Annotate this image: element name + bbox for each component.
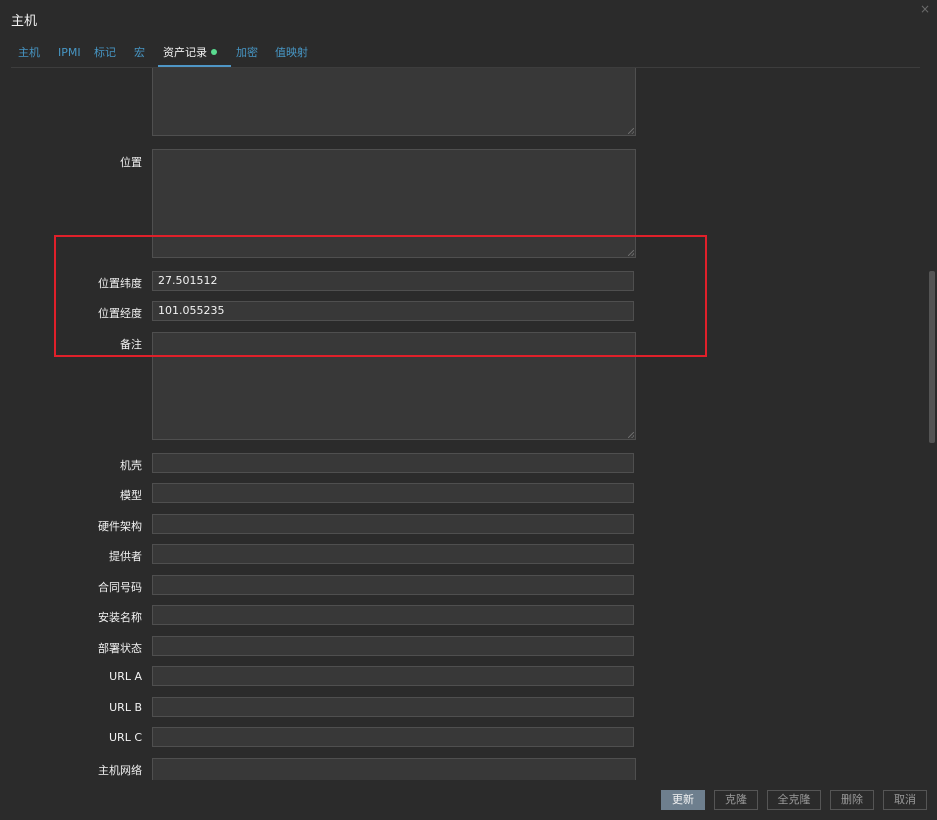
tab-encryption[interactable]: 加密 xyxy=(236,45,258,65)
resize-grip-icon[interactable] xyxy=(628,128,634,134)
hw-arch-input[interactable] xyxy=(152,514,634,534)
scrollbar-thumb[interactable] xyxy=(929,271,935,443)
status-dot-icon xyxy=(211,49,217,55)
url-c-label: URL C xyxy=(109,731,142,744)
tab-inventory[interactable]: 资产记录 xyxy=(158,45,231,67)
location-lat-label: 位置纬度 xyxy=(98,277,142,290)
chassis-input[interactable] xyxy=(152,453,634,473)
tab-host[interactable]: 主机 xyxy=(18,45,40,65)
vendor-input[interactable] xyxy=(152,544,634,564)
resize-grip-icon[interactable] xyxy=(628,250,634,256)
clone-button[interactable]: 克隆 xyxy=(714,790,758,810)
contract-number-label: 合同号码 xyxy=(98,581,142,594)
model-label: 模型 xyxy=(120,489,142,502)
location-label: 位置 xyxy=(120,156,142,169)
chassis-label: 机壳 xyxy=(120,459,142,472)
installer-name-label: 安装名称 xyxy=(98,611,142,624)
update-button[interactable]: 更新 xyxy=(661,790,705,810)
host-networks-textarea[interactable] xyxy=(152,758,636,780)
dialog-title: 主机 xyxy=(11,14,38,29)
url-c-input[interactable] xyxy=(152,727,634,747)
location-lat-input[interactable]: 27.501512 xyxy=(152,271,634,291)
host-dialog: 主机 × 主机 IPMI 标记 宏 资产记录 加密 值映射 位置 位置纬度 27… xyxy=(0,0,937,820)
location-lon-input[interactable]: 101.055235 xyxy=(152,301,634,321)
url-a-label: URL A xyxy=(109,670,142,683)
model-input[interactable] xyxy=(152,483,634,503)
notes-textarea[interactable] xyxy=(152,332,636,440)
tab-tags[interactable]: 标记 xyxy=(94,45,116,65)
full-clone-button[interactable]: 全克隆 xyxy=(767,790,821,810)
delete-button[interactable]: 删除 xyxy=(830,790,874,810)
notes-label: 备注 xyxy=(120,338,142,351)
location-textarea[interactable] xyxy=(152,149,636,258)
deployment-status-input[interactable] xyxy=(152,636,634,656)
url-a-input[interactable] xyxy=(152,666,634,686)
cancel-button[interactable]: 取消 xyxy=(883,790,927,810)
installer-name-input[interactable] xyxy=(152,605,634,625)
tab-value-mapping[interactable]: 值映射 xyxy=(275,45,308,65)
resize-grip-icon[interactable] xyxy=(628,432,634,438)
vendor-label: 提供者 xyxy=(109,550,142,563)
close-icon[interactable]: × xyxy=(919,3,931,15)
url-b-label: URL B xyxy=(109,701,142,714)
tab-macros[interactable]: 宏 xyxy=(134,45,145,65)
inventory-form: 位置 位置纬度 27.501512 位置经度 101.055235 备注 机壳 … xyxy=(0,68,926,780)
tab-bar: 主机 IPMI 标记 宏 资产记录 加密 值映射 xyxy=(11,42,920,68)
previous-textarea[interactable] xyxy=(152,68,636,136)
host-networks-label: 主机网络 xyxy=(98,764,142,777)
contract-number-input[interactable] xyxy=(152,575,634,595)
deployment-status-label: 部署状态 xyxy=(98,642,142,655)
location-lon-label: 位置经度 xyxy=(98,307,142,320)
tab-inventory-label: 资产记录 xyxy=(163,46,207,59)
tab-ipmi[interactable]: IPMI xyxy=(58,45,81,65)
hw-arch-label: 硬件架构 xyxy=(98,520,142,533)
url-b-input[interactable] xyxy=(152,697,634,717)
